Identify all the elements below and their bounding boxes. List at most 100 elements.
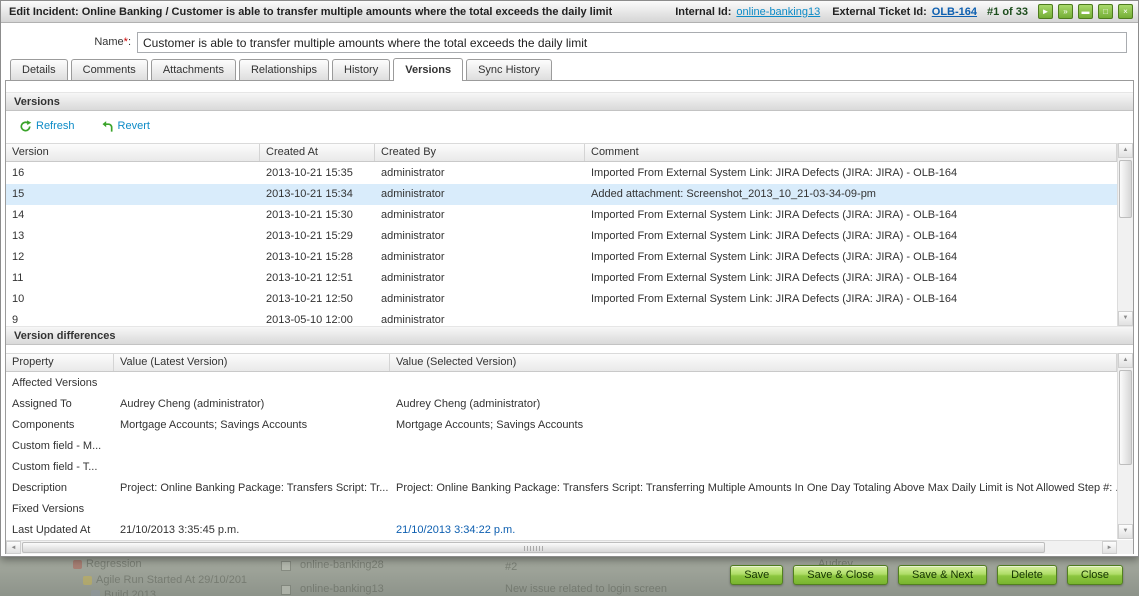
selected-value-cell — [390, 457, 1117, 478]
version-row[interactable]: 14 2013-10-21 15:30 administrator Import… — [6, 205, 1117, 226]
dialog-title: Edit Incident: Online Banking / Customer… — [9, 6, 612, 18]
titlebar-meta: Internal Id: online-banking13 External T… — [675, 4, 1133, 19]
selected-value-cell: Audrey Cheng (administrator) — [390, 394, 1117, 415]
latest-value-cell: 21/10/2013 3:35:45 p.m. — [114, 520, 390, 539]
scroll-up-icon[interactable]: ▲ — [1118, 353, 1133, 368]
tab-label: Attachments — [163, 64, 224, 76]
version-cell: 15 — [6, 184, 260, 205]
version-row[interactable]: 13 2013-10-21 15:29 administrator Import… — [6, 226, 1117, 247]
save-and-next-button[interactable]: Save & Next — [898, 565, 987, 585]
ghost-text: Regression — [86, 558, 142, 570]
selected-value-cell — [390, 373, 1117, 394]
version-row[interactable]: 15 2013-10-21 15:34 administrator Added … — [6, 184, 1117, 205]
scroll-down-icon[interactable]: ▼ — [1118, 524, 1133, 539]
property-cell: Fixed Versions — [6, 499, 114, 520]
external-ticket-id-label: External Ticket Id: — [832, 6, 927, 18]
created-by-cell: administrator — [375, 184, 585, 205]
save-button[interactable]: Save — [730, 565, 783, 585]
property-cell: Components — [6, 415, 114, 436]
maximize-button[interactable]: □ — [1098, 4, 1113, 19]
created-at-cell: 2013-10-21 12:50 — [260, 289, 375, 310]
property-cell: Last Updated At — [6, 520, 114, 539]
scroll-left-icon[interactable]: ◄ — [6, 541, 21, 554]
differences-horizontal-scrollbar[interactable]: ◄ ► — [6, 540, 1117, 554]
horizontal-scrollbar-thumb[interactable] — [22, 542, 1045, 553]
comment-cell: Imported From External System Link: JIRA… — [585, 247, 1117, 268]
version-row[interactable]: 16 2013-10-21 15:35 administrator Import… — [6, 163, 1117, 184]
version-cell: 12 — [6, 247, 260, 268]
difference-row: Assigned To Audrey Cheng (administrator)… — [6, 394, 1117, 415]
scroll-down-icon[interactable]: ▼ — [1118, 311, 1133, 326]
tab-attachments[interactable]: Attachments — [151, 59, 236, 80]
scroll-right-icon[interactable]: ► — [1102, 541, 1117, 554]
minimize-button[interactable]: ▬ — [1078, 4, 1093, 19]
selected-value-cell: Mortgage Accounts; Savings Accounts — [390, 415, 1117, 436]
differences-vertical-scrollbar[interactable]: ▲ ▼ — [1117, 353, 1133, 539]
ghost-text: online-banking28 — [300, 559, 384, 571]
version-row[interactable]: 12 2013-10-21 15:28 administrator Import… — [6, 247, 1117, 268]
created-at-cell: 2013-10-21 15:29 — [260, 226, 375, 247]
name-input[interactable] — [137, 32, 1127, 53]
record-pager: #1 of 33 — [987, 6, 1028, 18]
scroll-up-icon[interactable]: ▲ — [1118, 143, 1133, 158]
created-by-cell: administrator — [375, 289, 585, 310]
tab-comments[interactable]: Comments — [71, 59, 148, 80]
selected-value-cell: 21/10/2013 3:34:22 p.m. — [390, 520, 1117, 539]
latest-value-cell: Mortgage Accounts; Savings Accounts — [114, 415, 390, 436]
versions-scrollbar-thumb[interactable] — [1119, 160, 1132, 218]
column-header-property: Property — [6, 354, 114, 371]
ghost-text: #2 — [505, 561, 517, 573]
tab-relationships[interactable]: Relationships — [239, 59, 329, 80]
tab-label: Sync History — [478, 64, 540, 76]
version-row[interactable]: 9 2013-05-10 12:00 administrator — [6, 310, 1117, 326]
version-cell: 9 — [6, 310, 260, 326]
property-cell: Custom field - M... — [6, 436, 114, 457]
differences-scrollbar-thumb[interactable] — [1119, 370, 1132, 465]
delete-button[interactable]: Delete — [997, 565, 1057, 585]
name-field-row: Name*: — [1, 32, 1138, 54]
save-and-close-button[interactable]: Save & Close — [793, 565, 888, 585]
internal-id-link[interactable]: online-banking13 — [736, 6, 820, 18]
comment-cell — [585, 310, 1117, 326]
last-incident-button[interactable]: » — [1058, 4, 1073, 19]
tab-history[interactable]: History — [332, 59, 390, 80]
version-cell: 13 — [6, 226, 260, 247]
difference-row: Affected Versions — [6, 373, 1117, 394]
name-label-text: Name — [94, 36, 123, 48]
tab-sync-history[interactable]: Sync History — [466, 59, 552, 80]
refresh-icon — [19, 120, 32, 133]
created-by-cell: administrator — [375, 268, 585, 289]
property-cell: Description — [6, 478, 114, 499]
revert-button[interactable]: Revert — [101, 120, 150, 133]
column-header-selected-value: Value (Selected Version) — [390, 354, 1117, 371]
comment-cell: Imported From External System Link: JIRA… — [585, 289, 1117, 310]
latest-value-cell — [114, 373, 390, 394]
difference-row: Components Mortgage Accounts; Savings Ac… — [6, 415, 1117, 436]
tab-label: Details — [22, 64, 56, 76]
version-row[interactable]: 10 2013-10-21 12:50 administrator Import… — [6, 289, 1117, 310]
name-label: Name*: — [1, 32, 131, 53]
latest-value-cell: Project: Online Banking Package: Transfe… — [114, 478, 390, 499]
tab-details[interactable]: Details — [10, 59, 68, 80]
created-by-cell: administrator — [375, 163, 585, 184]
difference-row: Description Project: Online Banking Pack… — [6, 478, 1117, 499]
column-header-version: Version — [6, 144, 260, 161]
created-at-cell: 2013-10-21 15:30 — [260, 205, 375, 226]
tab-versions[interactable]: Versions — [393, 58, 463, 81]
versions-table-body: 16 2013-10-21 15:35 administrator Import… — [6, 163, 1117, 326]
ghost-text: Agile Run Started At 29/10/201 — [96, 574, 247, 586]
versions-section-header: Versions — [6, 92, 1133, 111]
version-row[interactable]: 11 2013-10-21 12:51 administrator Import… — [6, 268, 1117, 289]
differences-table-body: Affected Versions Assigned To Audrey Che… — [6, 373, 1117, 539]
differences-table-header: Property Value (Latest Version) Value (S… — [6, 353, 1117, 372]
refresh-button[interactable]: Refresh — [19, 120, 75, 133]
difference-row: Last Updated At 21/10/2013 3:35:45 p.m. … — [6, 520, 1117, 539]
close-icon[interactable]: × — [1118, 4, 1133, 19]
next-incident-button[interactable]: ► — [1038, 4, 1053, 19]
versions-vertical-scrollbar[interactable]: ▲ ▼ — [1117, 143, 1133, 326]
version-cell: 16 — [6, 163, 260, 184]
close-button[interactable]: Close — [1067, 565, 1123, 585]
version-differences-section-header: Version differences — [6, 326, 1133, 345]
external-ticket-link[interactable]: OLB-164 — [932, 6, 977, 18]
edit-incident-dialog: Edit Incident: Online Banking / Customer… — [0, 0, 1139, 557]
